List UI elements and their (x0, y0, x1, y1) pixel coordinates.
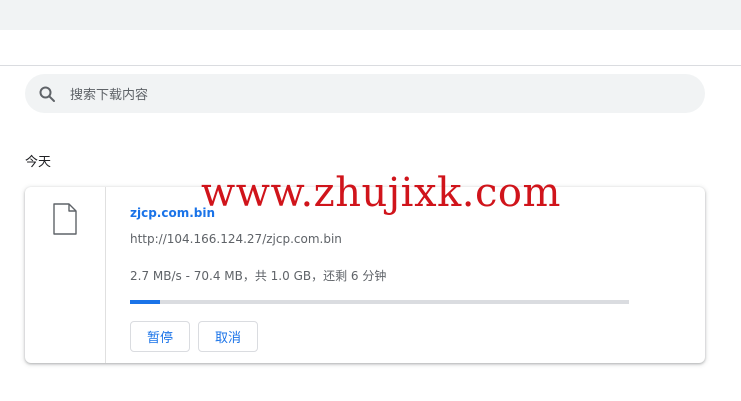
download-progress-fill (130, 300, 160, 304)
search-icon[interactable] (38, 85, 56, 103)
download-progress-bar (130, 300, 629, 304)
pause-button[interactable]: 暂停 (130, 321, 190, 352)
download-url: http://104.166.124.27/zjcp.com.bin (130, 232, 342, 246)
watermark-text: www.zhujixk.com (201, 170, 561, 216)
search-input[interactable]: 搜索下载内容 (70, 84, 148, 103)
download-status: 2.7 MB/s - 70.4 MB，共 1.0 GB，还剩 6 分钟 (130, 269, 387, 283)
cancel-button[interactable]: 取消 (198, 321, 258, 352)
card-divider (105, 187, 106, 363)
search-bar[interactable]: 搜索下载内容 (25, 74, 705, 113)
header-divider (0, 65, 741, 66)
top-bar (0, 0, 741, 30)
file-icon (52, 203, 78, 235)
section-title-today: 今天 (25, 155, 52, 170)
